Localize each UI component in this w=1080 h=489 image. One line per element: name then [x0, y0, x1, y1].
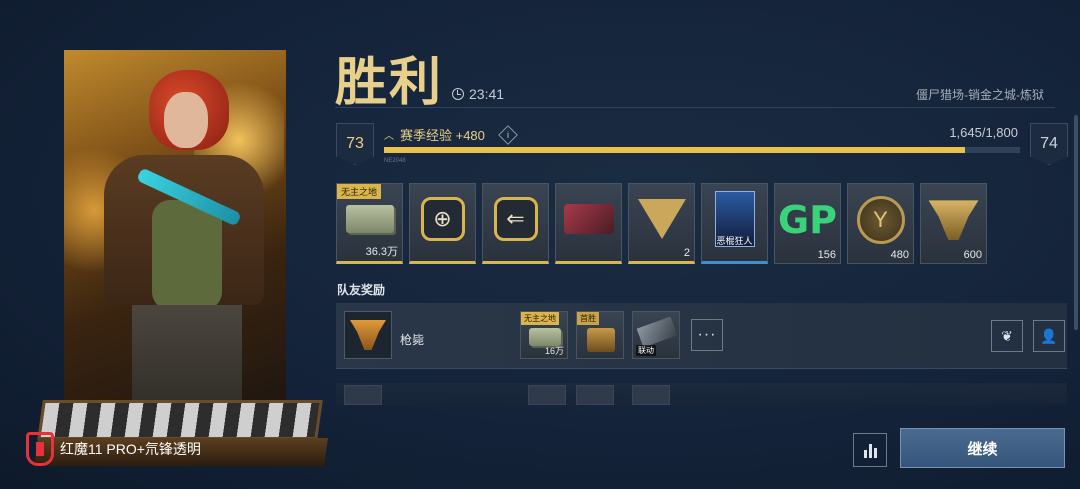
next-level-badge: 74 [1030, 123, 1068, 165]
triangle-emblem-icon [637, 199, 686, 240]
cash-bundle-icon [345, 205, 394, 234]
reward-qty: 600 [963, 249, 982, 261]
bar-chart-icon [868, 444, 872, 458]
watermark-text: 红魔11 PRO+氘锋透明 [60, 441, 201, 457]
reward-item-hex[interactable]: ⊕ [409, 183, 476, 264]
map-name: 僵尸猎场-销金之城-炼狱 [916, 88, 1044, 102]
reward-label: 联动 [636, 345, 656, 356]
redmagic-logo-icon [26, 432, 54, 466]
teammate-reward-cash[interactable]: 无主之地 16万 [520, 311, 568, 359]
match-time: 23:41 [469, 86, 505, 102]
reward-item-wing[interactable]: 600 [920, 183, 987, 264]
reward-qty: 2 [683, 247, 690, 259]
reward-item-weapon-skin[interactable] [555, 183, 622, 264]
clock-icon [452, 88, 464, 100]
reward-tag: 无主之地 [337, 184, 382, 199]
season-xp-text: 赛季经验 +480 [400, 128, 485, 143]
device-watermark: 红魔11 PRO+氘锋透明 [26, 432, 201, 466]
continue-button[interactable]: 继续 [900, 428, 1065, 468]
bar-chart-icon [863, 450, 867, 458]
xp-subtext: NE2048 [384, 158, 406, 164]
reward-tag: 无主之地 [521, 312, 559, 325]
character-portrait [64, 50, 286, 435]
season-xp-label: ︿ 赛季经验 +480 i [384, 124, 518, 145]
teammate-reward-stub [632, 385, 670, 405]
teammate-reward-stub [576, 385, 614, 405]
teammate-row-partial [336, 383, 1067, 405]
teammate-row: 枪毙 无主之地 16万 首胜 联动 ··· ❦ 👤 [336, 303, 1067, 369]
reward-qty: 480 [890, 249, 909, 261]
teammate-avatar[interactable] [344, 311, 392, 359]
match-duration: 23:41 [452, 86, 504, 102]
chest-icon [587, 328, 615, 352]
coin-emblem-icon: Y [856, 196, 905, 245]
teammate-emblem-icon [350, 320, 386, 350]
teammate-avatar [344, 385, 382, 405]
reward-item-character-card[interactable]: 恶棍狂人 [701, 183, 768, 264]
reward-tag: 首胜 [577, 312, 599, 325]
reward-item-coin[interactable]: Y 480 [847, 183, 914, 264]
xp-value: 1,645/1,800 [949, 125, 1018, 140]
gp-currency-icon: GP [777, 198, 838, 243]
bar-chart-icon [873, 448, 877, 458]
weapon-skin-icon [563, 204, 614, 235]
add-user-icon: 👤 [1040, 327, 1058, 344]
reward-list: 无主之地 36.3万 ⊕ ⇐ 2 恶棍狂人 GP 156 Y 480 600 [336, 183, 987, 264]
weapon-icon [636, 316, 678, 348]
teammate-reward-stub [528, 385, 566, 405]
reward-item-cash[interactable]: 无主之地 36.3万 [336, 183, 403, 264]
character-shirt [152, 200, 222, 310]
stats-button[interactable] [853, 433, 887, 467]
leaf-icon: ❦ [1001, 327, 1013, 344]
team-rewards-title: 队友奖励 [337, 283, 386, 297]
header-divider [335, 107, 1055, 108]
scrollbar[interactable] [1074, 115, 1078, 330]
add-friend-button[interactable]: 👤 [1033, 320, 1065, 352]
current-level-badge: 73 [336, 123, 374, 165]
reward-qty: 16万 [544, 346, 564, 356]
xp-progress-fill [384, 147, 966, 153]
wing-emblem-icon [928, 200, 979, 241]
like-button[interactable]: ❦ [991, 320, 1023, 352]
teammate-reward-collab[interactable]: 联动 [632, 311, 680, 359]
xp-progress-bar [384, 147, 1020, 153]
character-face [164, 92, 208, 148]
info-icon[interactable]: i [498, 124, 518, 145]
info-glyph: i [506, 129, 509, 140]
card-name: 恶棍狂人 [716, 236, 753, 246]
reward-item-triangle[interactable]: 2 [628, 183, 695, 264]
reward-item-gp[interactable]: GP 156 [774, 183, 841, 264]
reward-item-arrow[interactable]: ⇐ [482, 183, 549, 264]
reward-qty: 36.3万 [365, 246, 398, 258]
more-rewards-button[interactable]: ··· [691, 319, 723, 351]
hex-emblem-icon: ⊕ [420, 197, 465, 242]
teammate-reward-first-win[interactable]: 首胜 [576, 311, 624, 359]
chevron-up-icon: ︿ [384, 131, 394, 142]
result-title: 胜利 [335, 54, 444, 112]
arrow-emblem-icon: ⇐ [493, 197, 538, 242]
reward-qty: 156 [817, 249, 836, 261]
teammate-name: 枪毙 [400, 333, 425, 347]
